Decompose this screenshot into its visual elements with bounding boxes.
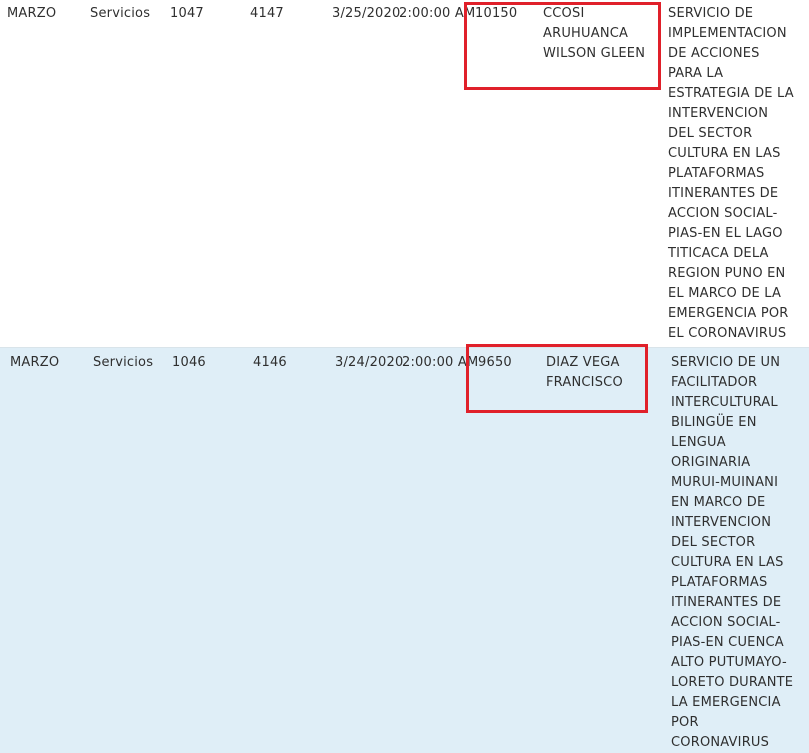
type-cell: Servicios	[90, 6, 151, 21]
code-1-cell: 1046	[172, 355, 206, 370]
date-cell: 3/25/2020	[332, 6, 401, 21]
highlight-box-provider-2	[466, 344, 648, 413]
date-cell: 3/24/2020	[335, 355, 404, 370]
month-cell: MARZO	[7, 6, 57, 21]
code-2-cell: 4147	[250, 6, 284, 21]
table-row[interactable]: MARZO Servicios 1046 4146 3/24/2020 2:00…	[0, 347, 809, 753]
code-1-cell: 1047	[170, 6, 204, 21]
month-cell: MARZO	[10, 355, 60, 370]
description-cell: SERVICIO DE UN FACILITADOR INTERCULTURAL…	[671, 355, 794, 750]
highlight-box-provider-1	[464, 2, 661, 90]
table-row[interactable]: MARZO Servicios 1047 4147 3/25/2020 2:00…	[0, 0, 809, 347]
description-cell: SERVICIO DE IMPLEMENTACION DE ACCIONES P…	[668, 6, 794, 341]
code-2-cell: 4146	[253, 355, 287, 370]
type-cell: Servicios	[93, 355, 154, 370]
